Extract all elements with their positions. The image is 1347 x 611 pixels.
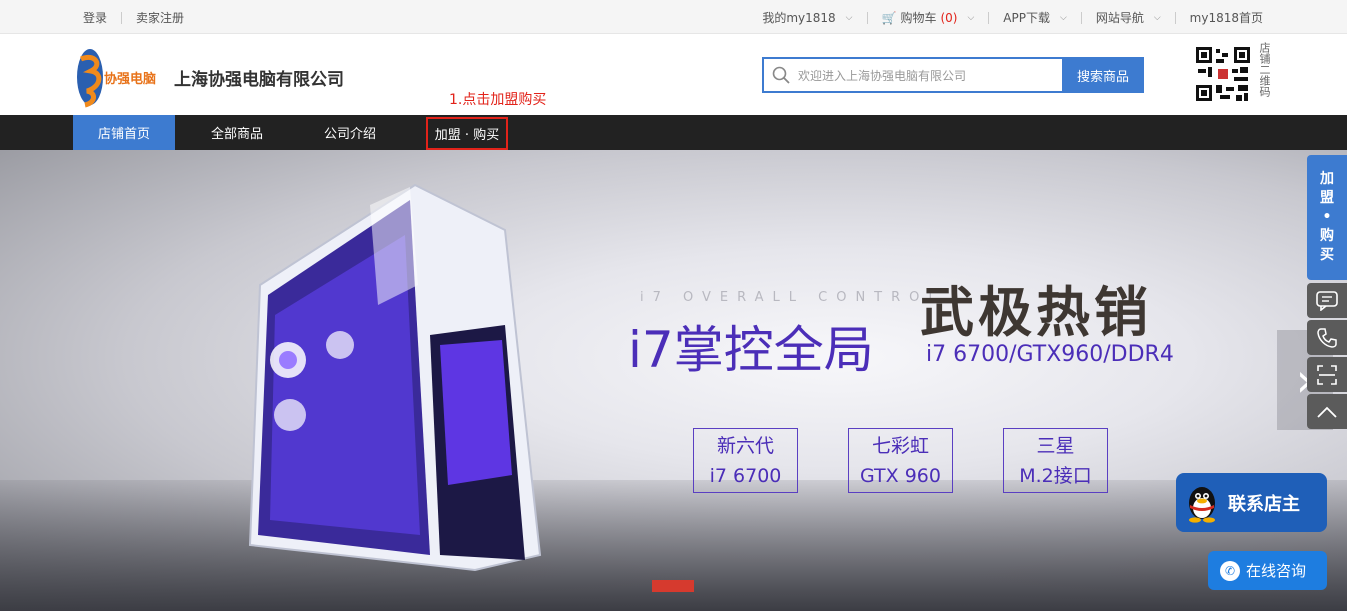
- feature-box: 新六代 i7 6700: [693, 428, 798, 493]
- logo-text: 协强电脑: [104, 71, 156, 87]
- feature-line2: i7 6700: [709, 465, 782, 487]
- feature-box: 三星 M.2接口: [1003, 428, 1108, 493]
- top-bar-right: 我的my1818 ⌵ 🛒 购物车 (0) ⌵ APP下载 ⌵ 网站导航 ⌵ my1818首页: [762, 9, 1263, 26]
- cart-icon: 🛒: [881, 10, 897, 25]
- tab-join-buy[interactable]: 加盟 · 购买: [426, 117, 508, 150]
- chevron-down-icon: ⌵: [1153, 12, 1161, 23]
- top-bar-left: 登录 卖家注册: [83, 9, 184, 26]
- feature-box: 七彩虹 GTX 960: [848, 428, 953, 493]
- chevron-down-icon: ⌵: [1059, 12, 1067, 23]
- side-join-char: •: [1322, 209, 1332, 225]
- message-icon: [1316, 290, 1338, 311]
- contact-seller-label: 联系店主: [1228, 493, 1300, 515]
- shop-nav: 店铺首页 全部商品 公司介绍 加盟 · 购买: [0, 115, 1347, 150]
- chevron-up-icon: [1317, 406, 1337, 418]
- side-scan-button[interactable]: [1307, 357, 1347, 392]
- instruction-annotation: 1.点击加盟购买: [449, 92, 547, 108]
- cart-label: 购物车: [900, 11, 937, 25]
- site-nav-menu[interactable]: 网站导航 ⌵: [1096, 9, 1161, 26]
- side-join-char: 购: [1320, 228, 1334, 244]
- side-join-char: 买: [1320, 247, 1334, 263]
- side-message-button[interactable]: [1307, 283, 1347, 318]
- tab-shop-home[interactable]: 店铺首页: [73, 115, 175, 150]
- hero-banner[interactable]: i7 OVERALL CONTROL i7掌控全局 武极热销 i7 6700/G…: [0, 150, 1347, 611]
- feature-line1: 七彩虹: [871, 435, 929, 457]
- divider: [988, 11, 990, 24]
- qq-penguin-icon: [1189, 486, 1215, 523]
- banner-spec: i7 6700/GTX960/DDR4: [926, 342, 1174, 367]
- phone-icon: [1317, 327, 1337, 348]
- scan-icon: [1317, 364, 1337, 385]
- tab-company-intro[interactable]: 公司介绍: [302, 115, 398, 150]
- cart-menu[interactable]: 🛒 购物车 (0) ⌵: [882, 9, 975, 26]
- side-join-char: 加: [1320, 171, 1334, 187]
- banner-headline: i7掌控全局: [628, 321, 874, 379]
- cart-count: (0): [940, 10, 958, 25]
- shop-qr-code: [1194, 45, 1252, 103]
- pc-case-image: [248, 183, 542, 572]
- my-account-label: 我的my1818: [762, 11, 836, 25]
- feature-line2: GTX 960: [860, 465, 941, 487]
- contact-seller-button[interactable]: 联系店主: [1176, 473, 1327, 532]
- banner-subtitle: i7 OVERALL CONTROL: [640, 290, 945, 305]
- qr-label: 店铺二维码: [1258, 42, 1271, 97]
- side-phone-button[interactable]: [1307, 320, 1347, 355]
- banner-pagination[interactable]: [652, 580, 694, 592]
- divider: [1174, 11, 1176, 24]
- banner-hot-sale: 武极热销: [920, 281, 1152, 344]
- side-join-buy-button[interactable]: 加 盟 • 购 买: [1307, 155, 1347, 280]
- divider: [866, 11, 868, 24]
- search-bar: 欢迎进入上海协强电脑有限公司 搜索商品: [762, 57, 1144, 93]
- app-download-menu[interactable]: APP下载 ⌵: [1003, 9, 1067, 26]
- feature-line1: 新六代: [716, 435, 774, 457]
- header: 协强电脑 上海协强电脑有限公司 欢迎进入上海协强电脑有限公司 搜索商品 店铺二维…: [0, 35, 1347, 115]
- shop-logo[interactable]: 协强电脑: [73, 45, 159, 109]
- shop-name: 上海协强电脑有限公司: [174, 70, 344, 90]
- chevron-down-icon: ⌵: [967, 12, 975, 23]
- divider: [121, 11, 123, 24]
- online-consult-button[interactable]: ✆ 在线咨询: [1208, 551, 1327, 590]
- home-link[interactable]: my1818首页: [1190, 9, 1263, 26]
- seller-register-link[interactable]: 卖家注册: [136, 9, 184, 26]
- search-placeholder: 欢迎进入上海协强电脑有限公司: [798, 68, 967, 83]
- online-consult-label: 在线咨询: [1246, 562, 1307, 580]
- login-link[interactable]: 登录: [83, 9, 107, 26]
- search-icon: [772, 66, 790, 84]
- tab-all-products[interactable]: 全部商品: [190, 115, 284, 150]
- my-account-menu[interactable]: 我的my1818 ⌵: [762, 9, 852, 26]
- site-nav-label: 网站导航: [1095, 11, 1144, 25]
- side-back-to-top-button[interactable]: [1307, 394, 1347, 429]
- phone-chat-icon: ✆: [1220, 560, 1240, 581]
- side-join-char: 盟: [1320, 190, 1334, 206]
- search-button[interactable]: 搜索商品: [1062, 57, 1144, 93]
- chevron-down-icon: ⌵: [845, 12, 853, 23]
- divider: [1080, 11, 1082, 24]
- feature-line2: M.2接口: [1019, 465, 1092, 487]
- search-input[interactable]: 欢迎进入上海协强电脑有限公司: [762, 57, 1062, 93]
- app-download-label: APP下载: [1003, 11, 1050, 25]
- top-bar: 登录 卖家注册 我的my1818 ⌵ 🛒 购物车 (0) ⌵ APP下载 ⌵ 网站导航 ⌵ …: [0, 0, 1347, 34]
- feature-line1: 三星: [1036, 435, 1075, 457]
